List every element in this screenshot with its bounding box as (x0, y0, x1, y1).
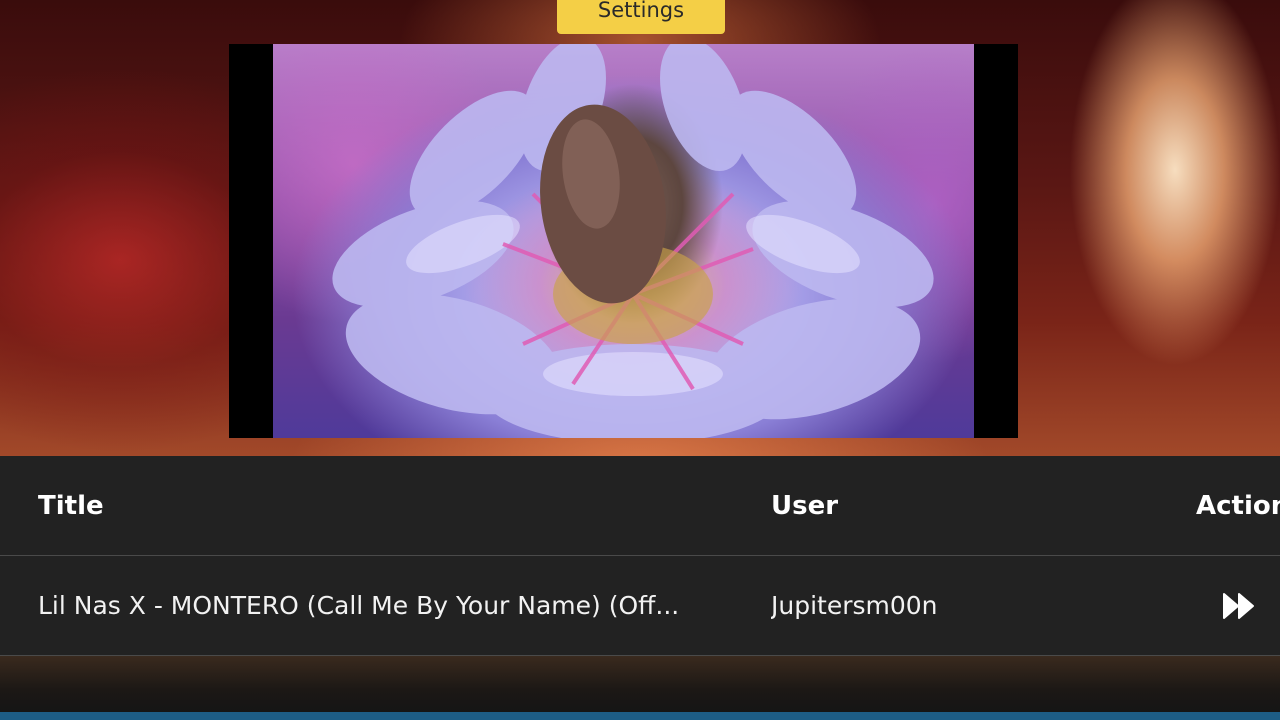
row-title: Lil Nas X - MONTERO (Call Me By Your Nam… (38, 591, 680, 620)
column-header-title: Title (38, 490, 104, 521)
row-action (1222, 556, 1256, 655)
flower-image (332, 44, 934, 438)
lower-background (0, 656, 1280, 712)
video-player[interactable] (229, 44, 1018, 438)
table-header: Title User Action (0, 456, 1280, 556)
queue-table: Title User Action Lil Nas X - MONTERO (C… (0, 456, 1280, 656)
column-header-action: Action (1196, 490, 1280, 521)
column-header-user: User (771, 490, 839, 521)
skip-button[interactable] (1222, 591, 1256, 621)
fast-forward-icon (1223, 592, 1254, 619)
app-window: Settings Title User Action Lil Nas X - M… (0, 0, 1280, 720)
row-user: Jupitersm00n (771, 591, 938, 620)
table-row: Lil Nas X - MONTERO (Call Me By Your Nam… (0, 556, 1280, 656)
video-frame (273, 44, 974, 438)
bottom-accent-bar (0, 712, 1280, 720)
settings-button[interactable]: Settings (557, 0, 725, 34)
